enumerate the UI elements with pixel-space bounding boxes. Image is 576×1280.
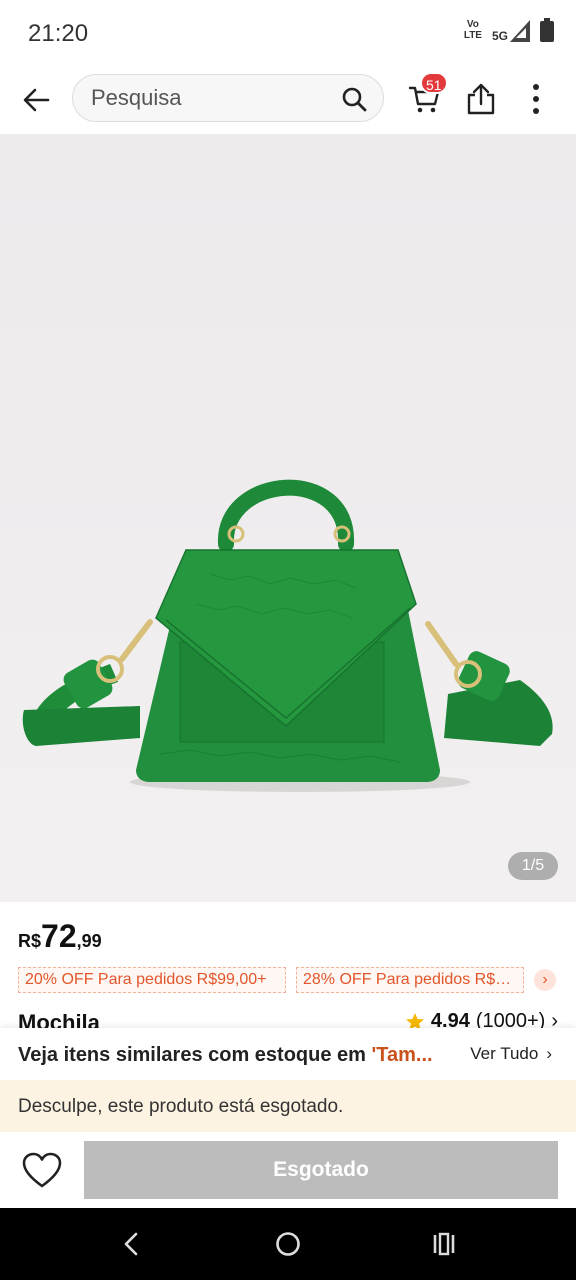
system-nav-bar	[0, 1208, 576, 1280]
price-cents: ,99	[76, 931, 102, 951]
battery-icon	[540, 18, 554, 42]
product-image-carousel[interactable]: 1/5	[0, 134, 576, 902]
status-time: 21:20	[28, 20, 89, 47]
rating-arrow: ›	[551, 1010, 558, 1028]
network-label: 5G	[491, 29, 508, 43]
chevron-right-icon: ›	[546, 1044, 552, 1063]
more-vertical-icon[interactable]	[524, 82, 548, 116]
star-icon	[405, 1012, 424, 1028]
soldout-button[interactable]: Esgotado	[84, 1141, 558, 1199]
cart-count-badge: 51	[420, 72, 448, 94]
product-title: Mochila	[18, 1010, 100, 1028]
nav-back-icon[interactable]	[118, 1230, 146, 1258]
soldout-banner: Desculpe, este produto está esgotado.	[0, 1080, 576, 1132]
rating-count: (1000+)	[475, 1010, 546, 1028]
coupon-tag[interactable]: 28% OFF Para pedidos R$1...	[296, 967, 524, 993]
image-counter: 1/5	[508, 852, 558, 880]
heart-icon[interactable]	[22, 1152, 62, 1190]
similar-items-label: Veja itens similares com estoque em	[18, 1044, 372, 1066]
coupon-tag[interactable]: 20% OFF Para pedidos R$99,00+	[18, 967, 286, 993]
search-box[interactable]	[72, 74, 384, 122]
product-photo	[22, 479, 553, 792]
search-input[interactable]	[91, 75, 331, 121]
see-all-label: Ver Tudo	[470, 1044, 539, 1063]
title-row: Mochila 4.94 (1000+) ›	[18, 1008, 558, 1028]
lte-label: LTE	[463, 30, 482, 41]
similar-items-bar[interactable]: Veja itens similares com estoque em 'Tam…	[0, 1028, 576, 1080]
back-button[interactable]	[18, 82, 54, 118]
nav-recents-icon[interactable]	[430, 1230, 458, 1258]
status-bar: 21:20 Vo LTE 5G	[0, 0, 576, 66]
search-icon[interactable]	[341, 86, 367, 112]
network-indicator: 5G	[492, 18, 530, 42]
price: R$ 72 ,99	[18, 918, 102, 958]
rating[interactable]: 4.94 (1000+) ›	[405, 1010, 558, 1028]
coupon-list: 20% OFF Para pedidos R$99,00+ 28% OFF Pa…	[18, 966, 558, 994]
price-integer: 72	[41, 918, 77, 954]
signal-icon	[510, 20, 530, 42]
volte-label: Vo	[466, 19, 479, 30]
similar-items-text: Veja itens similares com estoque em 'Tam…	[18, 1044, 458, 1067]
status-icons: Vo LTE 5G	[464, 18, 554, 42]
nav-home-icon[interactable]	[274, 1230, 302, 1258]
action-bar: Esgotado	[0, 1132, 576, 1208]
soldout-message: Desculpe, este produto está esgotado.	[18, 1096, 344, 1117]
similar-items-size: 'Tam...	[371, 1044, 433, 1066]
coupon-more-button[interactable]: ›	[534, 969, 556, 991]
price-currency: R$	[18, 931, 42, 951]
share-icon[interactable]	[464, 82, 498, 116]
see-all-link[interactable]: Ver Tudo ›	[470, 1044, 552, 1064]
rating-score: 4.94	[430, 1010, 470, 1028]
back-arrow-icon	[23, 88, 50, 112]
volte-indicator: Vo LTE	[464, 19, 482, 41]
top-nav: 51	[0, 66, 576, 134]
